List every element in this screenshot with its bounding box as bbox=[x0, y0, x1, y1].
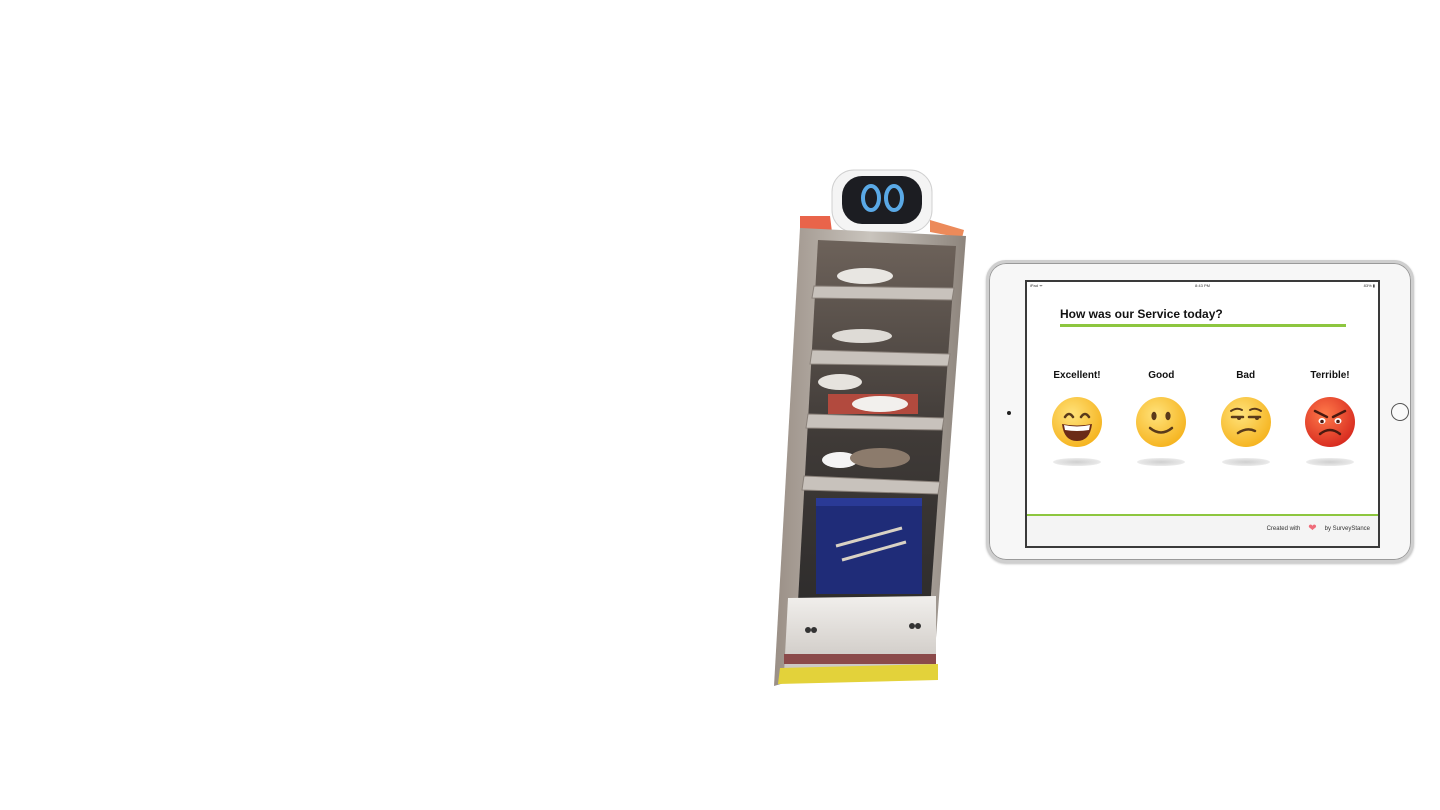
option-label: Excellent! bbox=[1053, 370, 1101, 381]
surveystance-link[interactable]: by SurveyStance bbox=[1325, 526, 1370, 532]
option-label: Terrible! bbox=[1310, 370, 1350, 381]
camera-icon bbox=[1007, 411, 1011, 415]
rating-option-terrible[interactable]: Terrible! bbox=[1290, 370, 1370, 480]
ipad-device: iPad ᯤ 8:43 PM 83% ▮ How was our Service… bbox=[986, 260, 1414, 563]
rating-options: Excellent! Good Bad Terrible! bbox=[1037, 370, 1370, 480]
footer-credit: Created with ❤ by SurveyStance bbox=[1266, 523, 1370, 534]
survey-question: How was our Service today? bbox=[1060, 307, 1223, 321]
question-underline bbox=[1060, 324, 1346, 327]
unamused-face-icon[interactable] bbox=[1220, 396, 1272, 448]
survey-screen: iPad ᯤ 8:43 PM 83% ▮ How was our Service… bbox=[1025, 280, 1380, 548]
heart-icon: ❤ bbox=[1308, 523, 1317, 534]
option-shadow bbox=[1137, 458, 1186, 466]
created-with-label: Created with bbox=[1266, 526, 1301, 532]
home-button[interactable] bbox=[1391, 403, 1409, 421]
angry-face-icon[interactable] bbox=[1304, 396, 1356, 448]
rating-option-excellent[interactable]: Excellent! bbox=[1037, 370, 1117, 480]
option-label: Good bbox=[1148, 370, 1175, 381]
option-shadow bbox=[1053, 458, 1101, 466]
robot-photo bbox=[770, 168, 966, 698]
clock-label: 8:43 PM bbox=[1195, 283, 1210, 288]
option-shadow bbox=[1221, 458, 1270, 466]
survey-footer: Created with ❤ by SurveyStance bbox=[1027, 514, 1378, 546]
battery-indicator: 83% ▮ bbox=[1363, 283, 1375, 288]
rating-option-good[interactable]: Good bbox=[1121, 370, 1201, 480]
slightly-smiling-face-icon[interactable] bbox=[1135, 396, 1187, 448]
status-bar: iPad ᯤ 8:43 PM 83% ▮ bbox=[1027, 282, 1378, 290]
grinning-face-icon[interactable] bbox=[1051, 396, 1103, 448]
option-label: Bad bbox=[1236, 370, 1256, 381]
option-shadow bbox=[1305, 458, 1354, 466]
rating-option-bad[interactable]: Bad bbox=[1206, 370, 1286, 480]
